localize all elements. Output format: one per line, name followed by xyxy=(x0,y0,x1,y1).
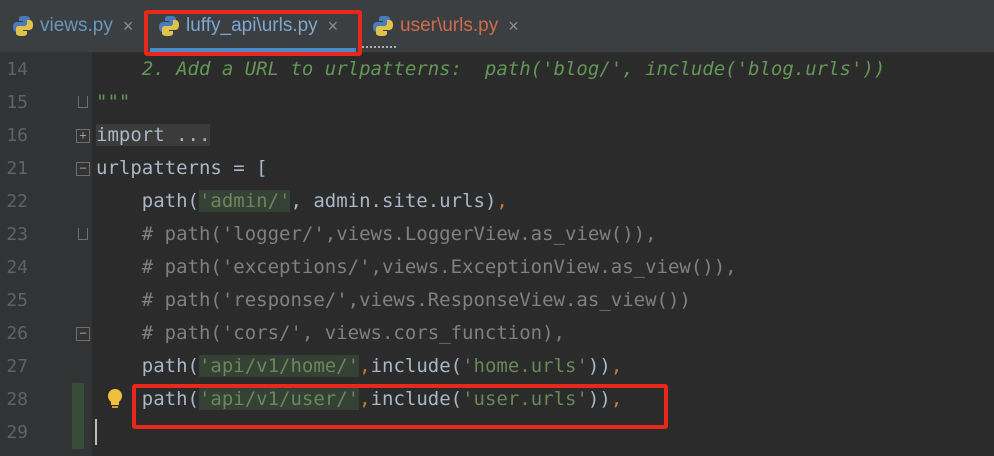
code-token: # path('exceptions/',views.ExceptionView… xyxy=(96,256,737,278)
code-token: 'api/v1/home/' xyxy=(198,355,360,377)
text-caret xyxy=(95,419,97,445)
code-text: # path('response/',views.ResponseView.as… xyxy=(96,284,691,317)
code-token: path( xyxy=(96,190,199,212)
code-line[interactable]: 24 # path('exceptions/',views.ExceptionV… xyxy=(0,251,994,284)
code-text: path('admin/', admin.site.urls), xyxy=(96,185,508,218)
code-line[interactable]: 16 + import ... xyxy=(0,119,994,152)
close-icon[interactable]: × xyxy=(508,16,519,37)
code-line[interactable]: 22 path('admin/', admin.site.urls), xyxy=(0,185,994,218)
code-text: path('api/v1/home/',include('home.urls')… xyxy=(96,350,622,383)
line-number: 28 xyxy=(6,389,28,410)
code-text: # path('cors/', views.cors_function), xyxy=(96,317,565,350)
code-line[interactable]: 25 # path('response/',views.ResponseView… xyxy=(0,284,994,317)
code-text: import ... xyxy=(96,119,211,152)
code-line[interactable]: 27 path('api/v1/home/',include('home.url… xyxy=(0,350,994,383)
code-line[interactable]: 14 2. Add a URL to urlpatterns: path('bl… xyxy=(0,53,994,86)
line-number: 29 xyxy=(6,422,28,443)
code-text: urlpatterns = [ xyxy=(96,152,268,185)
python-file-icon xyxy=(372,15,394,37)
python-file-icon xyxy=(12,15,34,37)
line-number: 25 xyxy=(6,290,28,311)
code-token: , admin.site.urls xyxy=(290,190,485,212)
tab-user-urls-py[interactable]: user\urls.py × xyxy=(372,0,519,52)
line-number: 15 xyxy=(6,92,28,113)
code-line[interactable]: 26 − # path('cors/', views.cors_function)… xyxy=(0,317,994,350)
line-number: 16 xyxy=(6,125,28,146)
code-token: urlpatterns = [ xyxy=(96,157,268,179)
code-token: # path('response/',views.ResponseView.as… xyxy=(96,289,691,311)
fold-collapse-icon[interactable]: − xyxy=(76,162,90,176)
code-line[interactable]: 15 """ xyxy=(0,86,994,119)
code-token: include( xyxy=(370,355,463,377)
line-number: 26 xyxy=(6,323,28,344)
tab-views-py[interactable]: views.py × xyxy=(12,0,133,52)
line-number: 27 xyxy=(6,356,28,377)
code-token: 'home.urls' xyxy=(462,355,588,377)
code-text: 2. Add a URL to urlpatterns: path('blog/… xyxy=(96,53,886,86)
code-text: # path('logger/',views.LoggerView.as_vie… xyxy=(96,218,657,251)
tab-label: views.py xyxy=(40,15,113,36)
line-number: 23 xyxy=(6,224,28,245)
code-token: path( xyxy=(96,355,199,377)
fold-end-icon[interactable] xyxy=(78,228,88,240)
line-number: 22 xyxy=(6,191,28,212)
code-token: 'admin/' xyxy=(198,190,291,212)
annotation-box-tab xyxy=(144,10,362,56)
line-number: 21 xyxy=(6,158,28,179)
code-line[interactable]: 23 # path('logger/',views.LoggerView.as_… xyxy=(0,218,994,251)
annotation-box-code-line xyxy=(132,384,668,429)
code-token: import ... xyxy=(96,124,211,146)
tab-label: user\urls.py xyxy=(400,15,499,36)
close-icon[interactable]: × xyxy=(123,16,134,37)
code-token: 2. Add a URL to urlpatterns: path('blog/… xyxy=(96,58,886,80)
code-token: ) xyxy=(484,190,497,212)
code-token: , xyxy=(496,190,508,212)
code-token: , xyxy=(610,355,623,377)
code-text: # path('exceptions/',views.ExceptionView… xyxy=(96,251,737,284)
lightbulb-icon[interactable] xyxy=(106,388,124,410)
code-token: # path('logger/',views.LoggerView.as_vie… xyxy=(96,223,657,245)
fold-expand-icon[interactable]: + xyxy=(76,129,90,143)
code-line[interactable]: 21 − urlpatterns = [ xyxy=(0,152,994,185)
code-token: , xyxy=(359,355,371,377)
vcs-change-marker[interactable] xyxy=(72,383,84,449)
fold-end-icon[interactable] xyxy=(78,96,88,108)
line-number: 24 xyxy=(6,257,28,278)
code-token: """ xyxy=(96,91,131,113)
code-token: )) xyxy=(587,355,611,377)
code-text: """ xyxy=(96,86,130,119)
fold-collapse-icon[interactable]: − xyxy=(76,327,90,341)
code-token: # path('cors/', views.cors_function), xyxy=(96,322,565,344)
line-number: 14 xyxy=(6,59,28,80)
